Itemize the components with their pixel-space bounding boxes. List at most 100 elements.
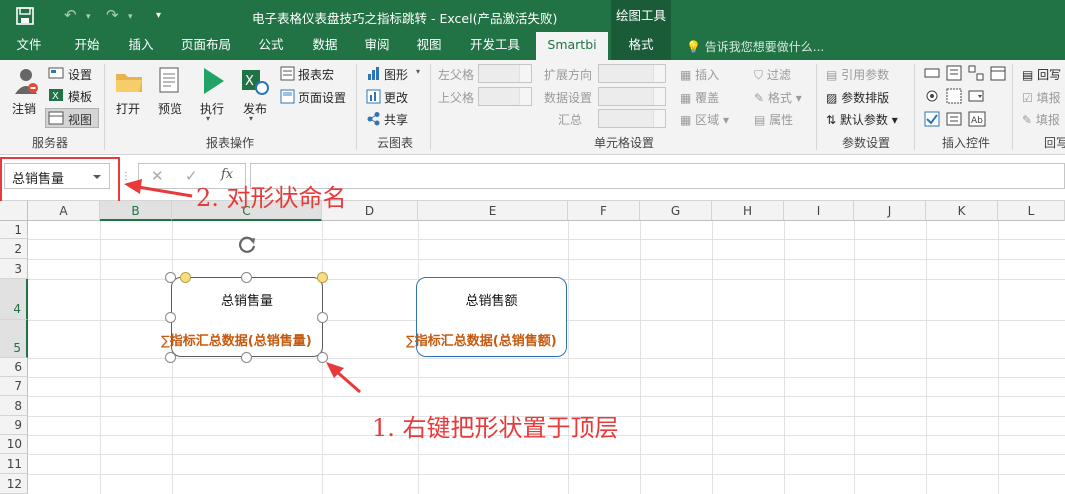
cell-field-total-sales-volume[interactable]: ∑指标汇总数据(总销售量) [161, 330, 312, 349]
adjust-handle-right[interactable] [317, 272, 328, 283]
row-header-4[interactable]: 4 [0, 279, 28, 320]
filter-button[interactable]: ⛉ 过滤 [754, 66, 791, 83]
formula-bar-splitter[interactable]: ⋮ [121, 171, 131, 182]
tab-page-layout[interactable]: 页面布局 [172, 32, 240, 60]
resize-handle-top-left[interactable] [165, 272, 176, 283]
resize-handle-bottom[interactable] [241, 352, 252, 363]
insert-cell-button[interactable]: ▦ 插入 [680, 66, 719, 83]
column-header-f[interactable]: F [568, 201, 640, 221]
column-header-b[interactable]: B [100, 201, 172, 221]
fill-report-edit-button[interactable]: ✎ 填报 [1022, 111, 1060, 128]
row-header-1[interactable]: 1 [0, 221, 28, 239]
logout-button[interactable]: 注销 [12, 100, 36, 117]
save-icon[interactable] [16, 7, 34, 25]
ref-param-button[interactable]: ▤ 引用参数 [826, 66, 889, 83]
data-settings-select[interactable] [598, 87, 666, 106]
writeback-button[interactable]: ▤ 回写 [1022, 66, 1061, 83]
row-header-3[interactable]: 3 [0, 259, 28, 279]
tab-formulas[interactable]: 公式 [248, 32, 294, 60]
resize-handle-right[interactable] [317, 312, 328, 323]
cancel-icon[interactable]: ✕ [151, 167, 164, 185]
column-header-k[interactable]: K [926, 201, 998, 221]
column-header-j[interactable]: J [854, 201, 926, 221]
update-button[interactable]: 更改 [384, 89, 408, 106]
row-header-11[interactable]: 11 [0, 454, 28, 474]
list-control-icon[interactable] [946, 65, 962, 81]
resize-handle-bottom-right[interactable] [317, 352, 328, 363]
tab-data[interactable]: 数据 [302, 32, 348, 60]
preview-button[interactable]: 预览 [158, 100, 182, 117]
undo-icon[interactable]: ↶ [64, 6, 77, 24]
default-param-button[interactable]: ⇅ 默认参数 ▾ [826, 111, 898, 128]
resize-handle-top[interactable] [241, 272, 252, 283]
textbox-control-icon[interactable] [924, 66, 940, 80]
adjust-handle[interactable] [180, 272, 191, 283]
shape-chart-dropdown-icon[interactable]: ▾ [416, 67, 420, 76]
report-macro-button[interactable]: 报表宏 [298, 66, 334, 83]
tab-developer[interactable]: 开发工具 [460, 32, 530, 60]
column-header-e[interactable]: E [418, 201, 568, 221]
summary-select[interactable] [598, 109, 666, 128]
row-header-5[interactable]: 5 [0, 320, 28, 358]
column-header-l[interactable]: L [998, 201, 1065, 221]
select-all-corner[interactable] [0, 201, 28, 221]
fill-report-button[interactable]: ☑ 填报 [1022, 89, 1061, 106]
publish-button[interactable]: 发布 [243, 100, 267, 117]
calendar-control-icon[interactable] [990, 65, 1006, 81]
param-layout-button[interactable]: ▨ 参数排版 [826, 89, 889, 106]
row-header-12[interactable]: 12 [0, 474, 28, 494]
format-button[interactable]: ✎ 格式 ▾ [754, 89, 802, 106]
resize-handle-bottom-left[interactable] [165, 352, 176, 363]
publish-dropdown-icon[interactable]: ▾ [249, 114, 253, 123]
tell-me-search[interactable]: 💡 告诉我您想要做什么... [686, 38, 824, 55]
tab-view[interactable]: 视图 [406, 32, 452, 60]
area-button[interactable]: ▦ 区域 ▾ [680, 111, 729, 128]
attribute-button[interactable]: ▤ 属性 [754, 111, 793, 128]
shape-chart-button[interactable]: 图形 [384, 66, 408, 83]
left-parent-select[interactable] [478, 64, 532, 83]
run-button[interactable]: 执行 [200, 100, 224, 117]
open-button[interactable]: 打开 [116, 100, 140, 117]
checkbox-control-icon[interactable] [924, 111, 940, 127]
row-header-10[interactable]: 10 [0, 435, 28, 454]
row-header-2[interactable]: 2 [0, 239, 28, 259]
radio-control-icon[interactable] [924, 89, 940, 103]
label-control-icon[interactable]: Ab [968, 111, 986, 127]
tree-control-icon[interactable] [968, 65, 984, 81]
combo-control-icon[interactable] [968, 88, 984, 104]
cell-field-total-sales-amount[interactable]: ∑指标汇总数据(总销售额) [406, 330, 557, 349]
redo-icon[interactable]: ↷ [106, 6, 119, 24]
run-dropdown-icon[interactable]: ▾ [206, 114, 210, 123]
view-button[interactable]: 视图 [45, 108, 99, 128]
settings-button[interactable]: 设置 [68, 66, 92, 83]
shape-title: 总销售额 [465, 294, 518, 309]
multi-select-control-icon[interactable] [946, 88, 962, 104]
resize-handle-left[interactable] [165, 312, 176, 323]
column-header-h[interactable]: H [712, 201, 784, 221]
column-header-i[interactable]: I [784, 201, 854, 221]
tab-format[interactable]: 格式 [611, 32, 671, 60]
cover-button[interactable]: ▦ 覆盖 [680, 89, 719, 106]
formula-input[interactable] [250, 163, 1065, 189]
tab-smartbi[interactable]: Smartbi [536, 32, 608, 60]
row-header-9[interactable]: 9 [0, 416, 28, 435]
tab-home[interactable]: 开始 [62, 32, 112, 60]
row-header-6[interactable]: 6 [0, 358, 28, 377]
column-header-a[interactable]: A [28, 201, 100, 221]
tab-insert[interactable]: 插入 [118, 32, 164, 60]
column-header-g[interactable]: G [640, 201, 712, 221]
expand-direction-select[interactable] [598, 64, 666, 83]
row-header-8[interactable]: 8 [0, 396, 28, 416]
customize-toolbar-icon[interactable]: ▾ [156, 10, 161, 21]
tab-file[interactable]: 文件 [6, 32, 52, 60]
button-control-icon[interactable] [946, 111, 962, 127]
undo-dropdown-icon[interactable]: ▾ [86, 12, 91, 22]
rotate-handle-icon[interactable] [236, 233, 258, 255]
page-setup-button[interactable]: 页面设置 [298, 89, 346, 106]
share-button[interactable]: 共享 [384, 111, 408, 128]
tab-review[interactable]: 审阅 [354, 32, 400, 60]
row-header-7[interactable]: 7 [0, 377, 28, 396]
template-button[interactable]: 模板 [68, 88, 92, 105]
up-parent-select[interactable] [478, 87, 532, 106]
redo-dropdown-icon[interactable]: ▾ [128, 12, 133, 22]
